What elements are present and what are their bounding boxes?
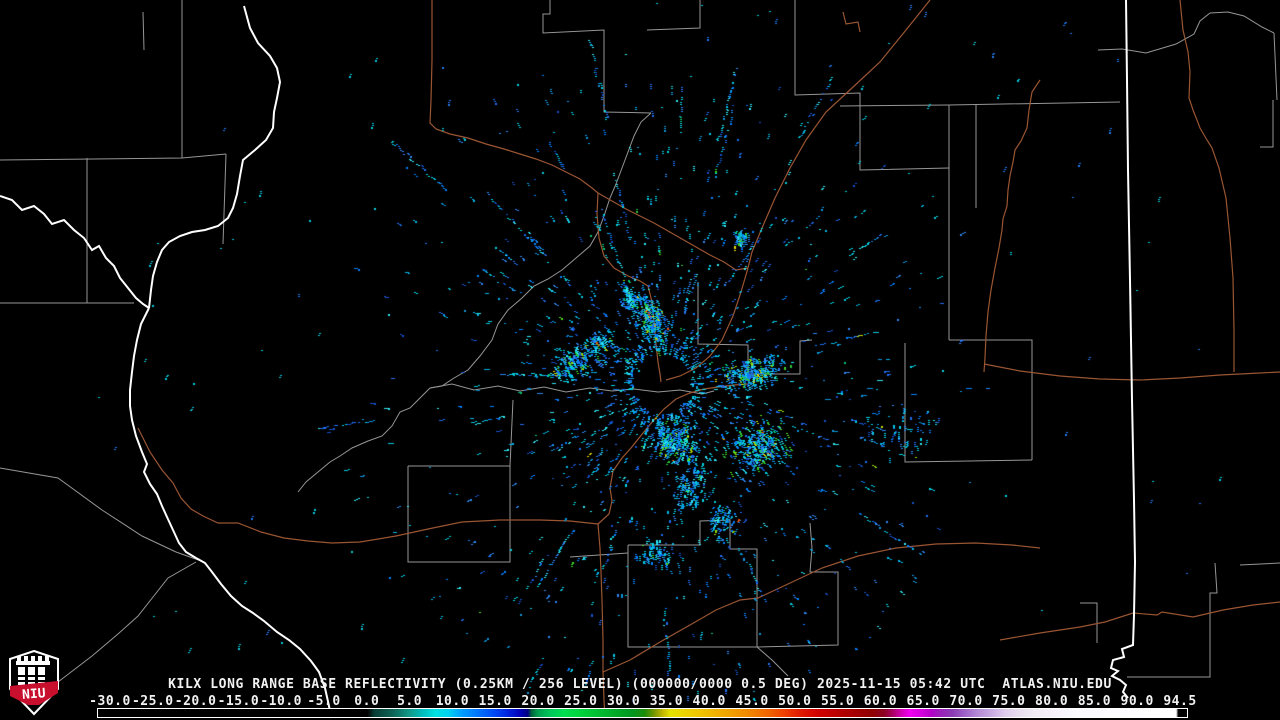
radar-display: NIU KILX LONG RANGE BASE REFLECTIVITY (0… xyxy=(0,0,1280,720)
scale-tick-label: 94.5 xyxy=(1163,694,1197,709)
product-caption: KILX LONG RANGE BASE REFLECTIVITY (0.25K… xyxy=(168,677,1112,692)
reflectivity-colorbar xyxy=(97,708,1188,718)
reflectivity-echo-layer xyxy=(0,0,1280,720)
